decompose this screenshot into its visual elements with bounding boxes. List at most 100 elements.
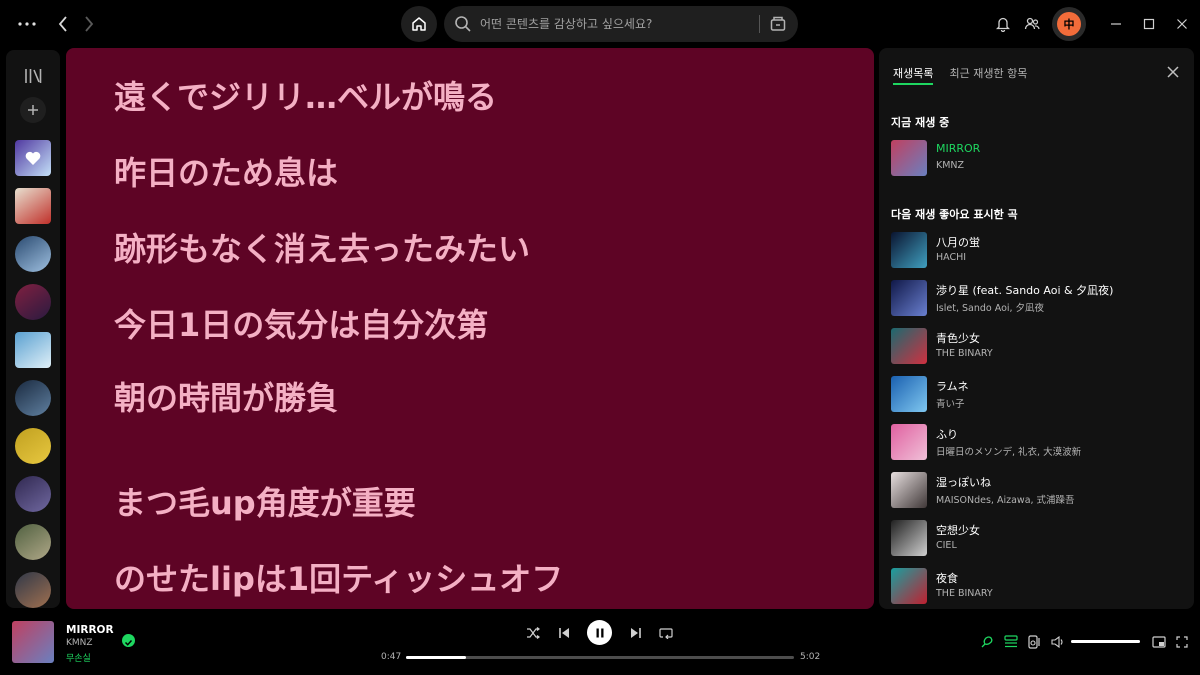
heart-icon	[25, 151, 41, 165]
progress-fill	[406, 656, 467, 659]
saved-check-icon[interactable]	[122, 634, 135, 647]
queue-item[interactable]: 夜食 THE BINARY	[891, 566, 1181, 606]
now-playing-title[interactable]: MIRROR	[66, 624, 114, 636]
track-title: 湿っぽいね	[936, 476, 991, 489]
track-artist: 青い子	[936, 399, 965, 410]
lyric-line[interactable]: まつ毛up角度が重要	[114, 478, 416, 524]
lyric-line[interactable]: 今日1日の気分は自分次第	[114, 300, 488, 346]
now-playing-item[interactable]: MIRROR KMNZ	[891, 138, 1181, 178]
library-sidebar	[6, 50, 60, 608]
album-art	[891, 328, 927, 364]
queue-tabs: 재생목록 최근 재생한 항목	[893, 65, 1027, 85]
avatar: 中	[1057, 12, 1081, 36]
queue-item[interactable]: ふり 日曜日のメソンデ, 礼衣, 大漠波新	[891, 422, 1181, 462]
queue-item[interactable]: ラムネ 青い子	[891, 374, 1181, 414]
search-icon	[455, 16, 471, 32]
lossless-badge: 무손실	[66, 654, 91, 664]
close-window-icon[interactable]	[1172, 14, 1192, 34]
friend-activity-icon[interactable]	[1022, 14, 1042, 34]
fullscreen-icon[interactable]	[1173, 633, 1191, 651]
previous-icon[interactable]	[555, 624, 573, 642]
queue-item[interactable]: 空想少女 CIEL	[891, 518, 1181, 558]
lyric-line[interactable]: 遠くでジリリ…ベルが鳴る	[114, 72, 497, 118]
pause-button[interactable]	[587, 620, 612, 645]
library-item-playlist-3[interactable]	[15, 332, 51, 368]
album-art	[891, 280, 927, 316]
user-menu-button[interactable]: 中	[1052, 7, 1086, 41]
divider	[759, 15, 760, 33]
player-bar: MIRROR KMNZ 무손실 0:47 5:02	[0, 614, 1200, 675]
queue-icon[interactable]	[1002, 633, 1020, 651]
track-artist: Islet, Sando Aoi, 夕凪夜	[936, 303, 1045, 314]
now-playing-art[interactable]	[12, 621, 54, 663]
tab-recently-played[interactable]: 최근 재생한 항목	[949, 65, 1027, 85]
elapsed-time: 0:47	[381, 652, 402, 662]
lyrics-icon[interactable]	[978, 633, 996, 651]
volume-fill	[1071, 640, 1140, 643]
next-icon[interactable]	[627, 624, 645, 642]
tab-queue[interactable]: 재생목록	[893, 65, 934, 85]
browse-icon[interactable]	[769, 15, 787, 33]
track-artist: KMNZ	[936, 160, 965, 171]
track-title: ラムネ	[936, 380, 969, 393]
album-art	[891, 568, 927, 604]
track-title: MIRROR	[936, 142, 981, 155]
track-artist: CIEL	[936, 540, 957, 551]
pause-icon	[596, 628, 603, 637]
connect-device-icon[interactable]	[1025, 633, 1043, 651]
lyrics-panel: 遠くでジリリ…ベルが鳴る 昨日のため息は 跡形もなく消え去ったみたい 今日1日の…	[66, 48, 874, 609]
track-artist: THE BINARY	[936, 588, 993, 599]
track-artist: THE BINARY	[936, 348, 993, 359]
lyric-line[interactable]: のせたlipは1回ティッシュオフ	[114, 554, 563, 600]
queue-item[interactable]: 湿っぽいね MAISONdes, Aizawa, 式浦躁吾	[891, 470, 1181, 510]
library-item-artist-2[interactable]	[15, 380, 51, 416]
album-art	[891, 232, 927, 268]
album-art	[891, 472, 927, 508]
track-artist: HACHI	[936, 252, 967, 263]
library-icon[interactable]	[23, 66, 43, 86]
album-art	[891, 140, 927, 176]
create-playlist-button[interactable]	[20, 97, 46, 123]
queue-item[interactable]: 渉り星 (feat. Sando Aoi & 夕凪夜) Islet, Sando …	[891, 278, 1181, 318]
album-art	[891, 376, 927, 412]
volume-slider[interactable]	[1071, 640, 1140, 643]
mini-player-icon[interactable]	[1150, 633, 1168, 651]
bell-icon[interactable]	[993, 14, 1013, 34]
track-title: 渉り星 (feat. Sando Aoi & 夕凪夜)	[936, 284, 1114, 297]
now-playing-artist[interactable]: KMNZ	[66, 638, 93, 648]
top-bar: 中	[0, 0, 1200, 48]
library-item-artist-1[interactable]	[15, 284, 51, 320]
home-button[interactable]	[401, 6, 437, 42]
lyric-line[interactable]: 跡形もなく消え去ったみたい	[114, 224, 530, 270]
search-input[interactable]	[480, 6, 750, 42]
shuffle-icon[interactable]	[524, 624, 542, 642]
library-item-playlist-2[interactable]	[15, 236, 51, 272]
volume-icon[interactable]	[1049, 633, 1067, 651]
minimize-icon[interactable]	[1106, 14, 1126, 34]
lyric-line[interactable]: 昨日のため息は	[114, 148, 338, 194]
library-item-artist-5[interactable]	[15, 524, 51, 560]
repeat-icon[interactable]	[657, 624, 675, 642]
library-item-playlist-1[interactable]	[15, 188, 51, 224]
forward-icon[interactable]	[80, 14, 98, 34]
search-bar[interactable]	[444, 6, 798, 42]
more-options-icon[interactable]	[16, 14, 38, 34]
back-icon[interactable]	[54, 14, 72, 34]
close-icon[interactable]	[1165, 64, 1181, 80]
next-up-heading: 다음 재생 좋아요 표시한 곡	[891, 208, 1018, 221]
track-title: 夜食	[936, 572, 958, 585]
progress-bar[interactable]	[406, 656, 794, 659]
library-item-artist-3[interactable]	[15, 428, 51, 464]
track-artist: MAISONdes, Aizawa, 式浦躁吾	[936, 495, 1075, 506]
track-title: 空想少女	[936, 524, 980, 537]
queue-item[interactable]: 青色少女 THE BINARY	[891, 326, 1181, 366]
maximize-icon[interactable]	[1139, 14, 1159, 34]
now-playing-heading: 지금 재생 중	[891, 116, 950, 129]
lyric-line[interactable]: 朝の時間が勝負	[114, 373, 338, 419]
library-item-liked-songs[interactable]	[15, 140, 51, 176]
plus-icon	[28, 105, 38, 115]
track-title: 青色少女	[936, 332, 980, 345]
queue-item[interactable]: 八月の蛍 HACHI	[891, 230, 1181, 270]
library-item-artist-6[interactable]	[15, 572, 51, 608]
library-item-artist-4[interactable]	[15, 476, 51, 512]
